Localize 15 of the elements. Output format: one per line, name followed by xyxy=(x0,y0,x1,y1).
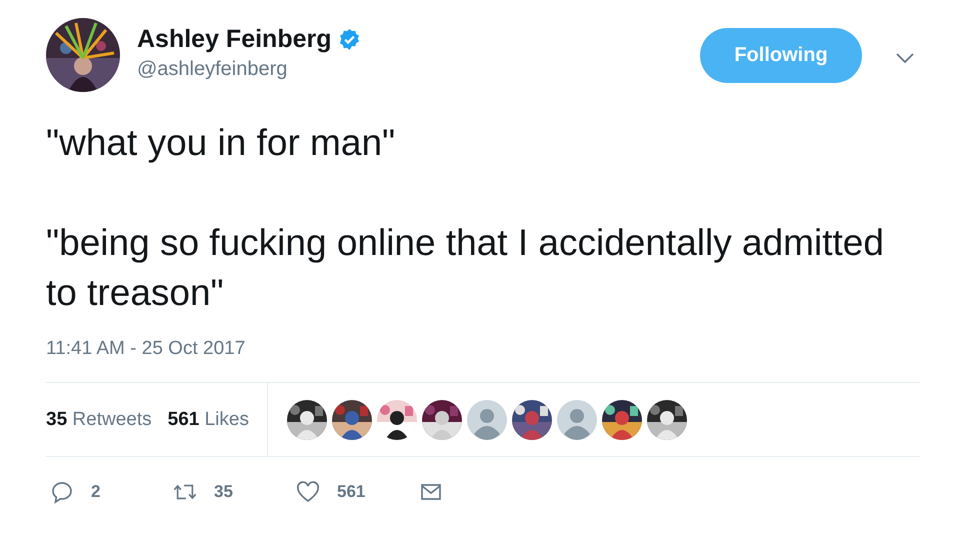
chevron-down-icon[interactable] xyxy=(895,52,915,64)
action-count: 561 xyxy=(337,482,366,502)
tweet-text: "what you in for man" xyxy=(46,121,396,165)
author-name[interactable]: Ashley Feinberg xyxy=(137,25,332,54)
author-handle[interactable]: @ashleyfeinberg xyxy=(137,58,700,81)
action-count: 2 xyxy=(91,482,100,502)
stat-link[interactable]: 35 Retweets xyxy=(46,408,152,430)
heart-icon[interactable] xyxy=(296,480,320,504)
default-avatar-icon[interactable] xyxy=(466,400,507,440)
action-count: 35 xyxy=(214,482,233,502)
tweet-text: "being so fucking online that I accidentally admitted to treason" xyxy=(46,221,885,315)
tweet-timestamp[interactable]: 11:41 AM - 25 Oct 2017 xyxy=(46,338,920,382)
stat-link[interactable]: 561 Likes xyxy=(168,408,249,430)
default-avatar-icon[interactable] xyxy=(556,400,597,440)
reply-icon[interactable] xyxy=(50,480,74,504)
